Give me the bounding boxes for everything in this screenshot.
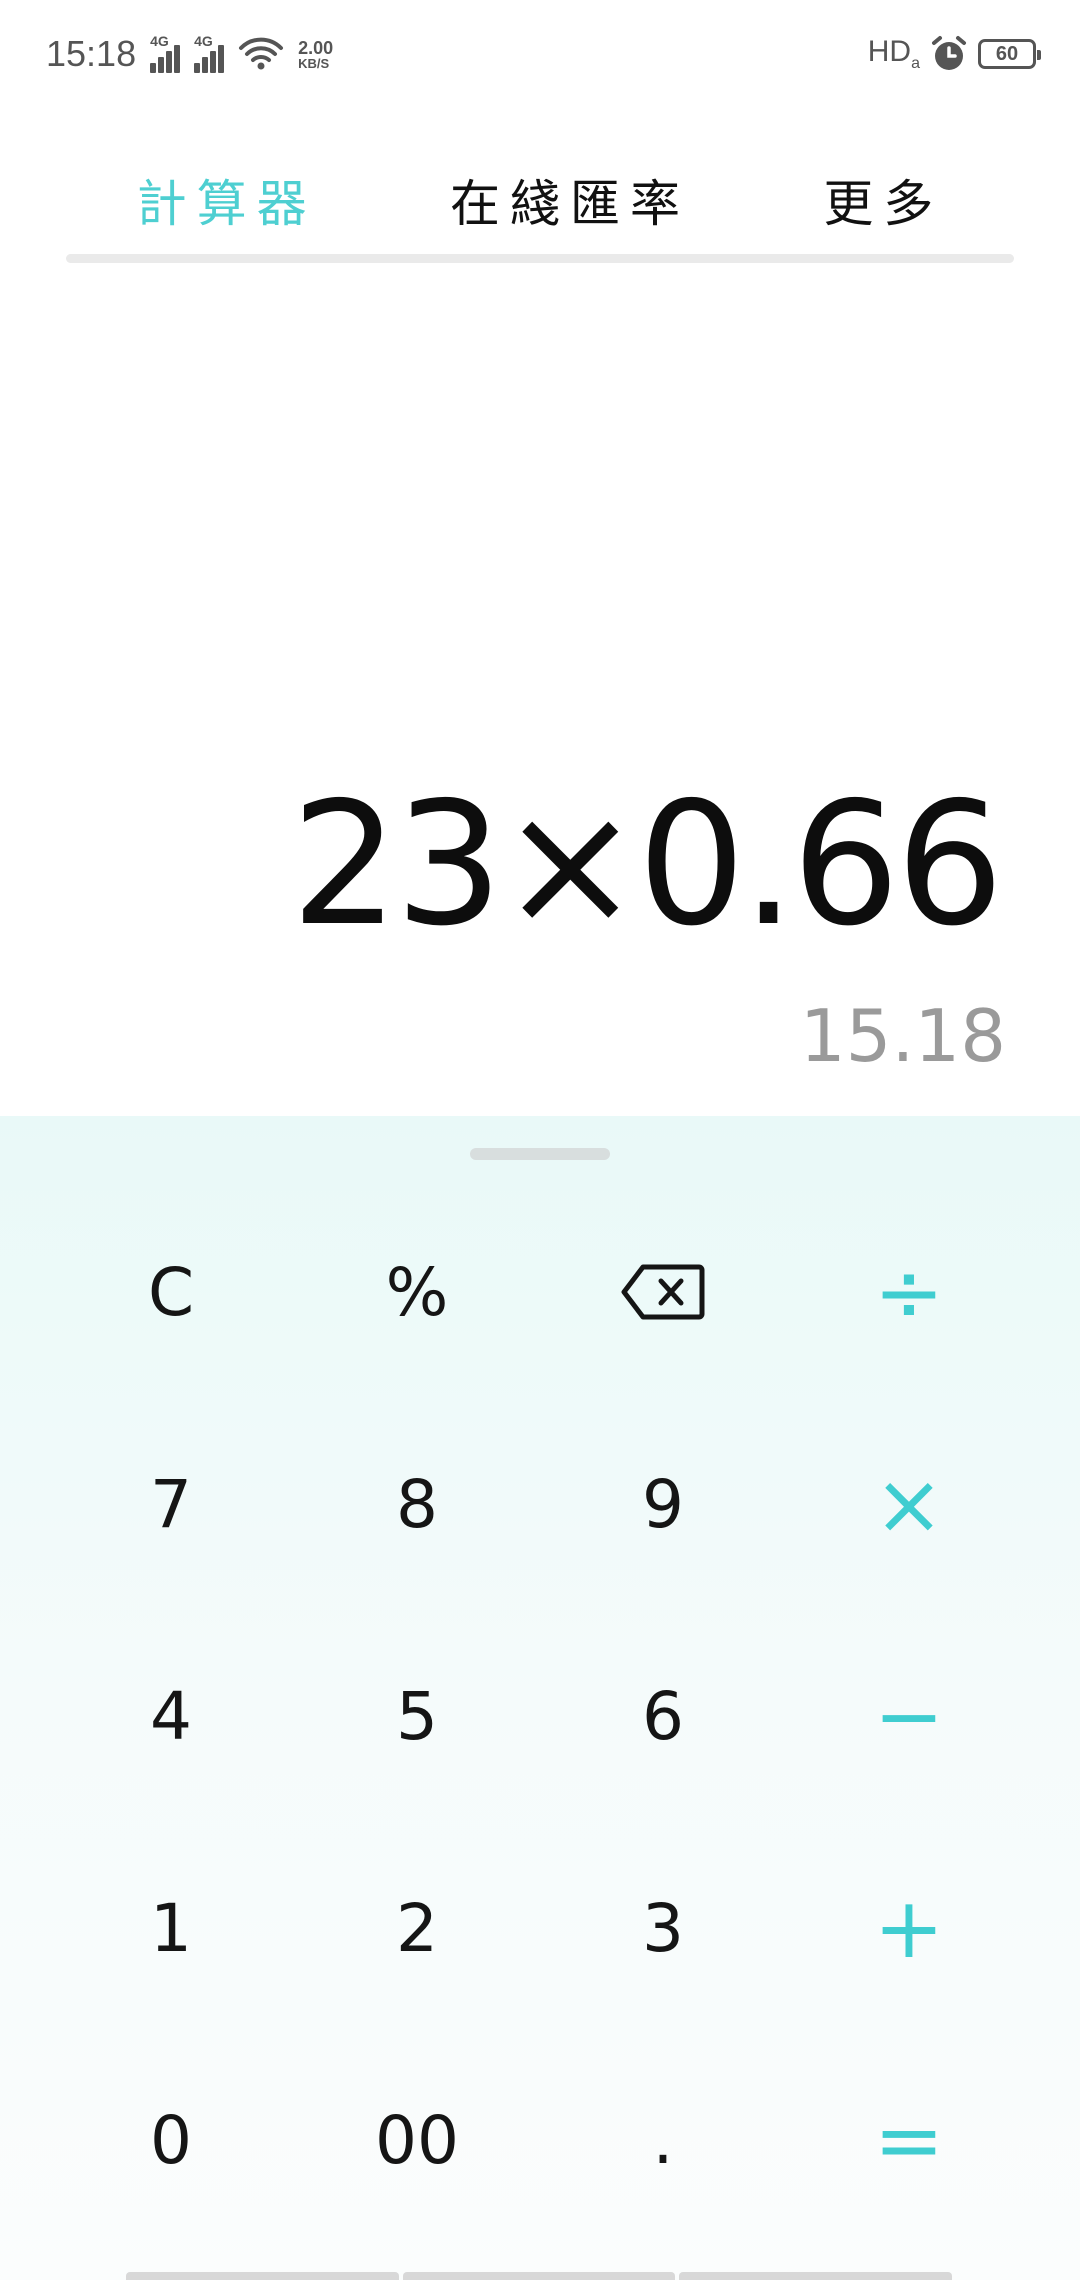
digit-6-button[interactable]: 6	[540, 1616, 786, 1816]
network-type-label: 4G	[150, 33, 169, 49]
digit-8-button[interactable]: 8	[294, 1404, 540, 1604]
alarm-icon	[932, 36, 966, 70]
plus-button[interactable]: +	[786, 1828, 1032, 2028]
network-type-label: 4G	[194, 33, 213, 49]
digit-2-button[interactable]: 2	[294, 1828, 540, 2028]
signal-4g-icon: 4G	[150, 33, 181, 73]
network-speed-unit: KB/S	[298, 55, 330, 71]
divide-button[interactable]: ÷	[786, 1192, 1032, 1392]
digit-7-button[interactable]: 7	[48, 1404, 294, 1604]
network-speed: 2.00 KB/S	[298, 39, 333, 70]
wifi-icon	[239, 37, 284, 70]
keypad: C % ÷ 7 8 9 × 4 5 6 − 1 2 3 + 0 00 . =	[0, 1116, 1080, 2280]
keypad-drag-handle[interactable]	[470, 1148, 610, 1160]
expression-display: 23×0.66	[290, 766, 1004, 964]
calculator-screen: 15:18 4G 4G 2.00 KB/S HDa 60 計算器 在綫匯率 更多…	[0, 0, 1080, 2280]
percent-button[interactable]: %	[294, 1192, 540, 1392]
status-bar: 15:18 4G 4G 2.00 KB/S HDa 60	[0, 0, 1080, 108]
multiply-button[interactable]: ×	[786, 1404, 1032, 1604]
tab-bar: 計算器 在綫匯率 更多	[0, 150, 1080, 250]
digit-4-button[interactable]: 4	[48, 1616, 294, 1816]
minus-button[interactable]: −	[786, 1616, 1032, 1816]
tab-exchange-rate[interactable]: 在綫匯率	[450, 164, 690, 236]
battery-indicator: 60	[978, 39, 1041, 69]
decimal-point-button[interactable]: .	[540, 2040, 786, 2240]
hd-label: HD	[867, 35, 912, 68]
status-time: 15:18	[46, 33, 137, 74]
digit-3-button[interactable]: 3	[540, 1828, 786, 2028]
result-display: 15.18	[799, 994, 1006, 1078]
tab-underline	[66, 254, 1014, 263]
hd-sub-label: a	[911, 55, 920, 72]
digit-1-button[interactable]: 1	[48, 1828, 294, 2028]
signal-4g-icon: 4G	[194, 33, 225, 73]
backspace-button[interactable]	[540, 1192, 786, 1392]
digit-0-button[interactable]: 0	[48, 2040, 294, 2240]
digit-9-button[interactable]: 9	[540, 1404, 786, 1604]
digit-5-button[interactable]: 5	[294, 1616, 540, 1816]
bottom-indicator-bar	[126, 2272, 953, 2280]
status-right: HDa 60	[868, 35, 1041, 73]
double-zero-button[interactable]: 00	[294, 2040, 540, 2240]
hd-voice-indicator: HDa	[868, 35, 920, 73]
equals-button[interactable]: =	[786, 2040, 1032, 2240]
backspace-icon	[621, 1264, 705, 1320]
clear-button[interactable]: C	[48, 1192, 294, 1392]
network-speed-value: 2.00	[298, 37, 334, 58]
tab-calculator[interactable]: 計算器	[137, 164, 317, 236]
tab-more[interactable]: 更多	[823, 164, 943, 236]
status-left: 15:18 4G 4G 2.00 KB/S	[46, 33, 333, 75]
